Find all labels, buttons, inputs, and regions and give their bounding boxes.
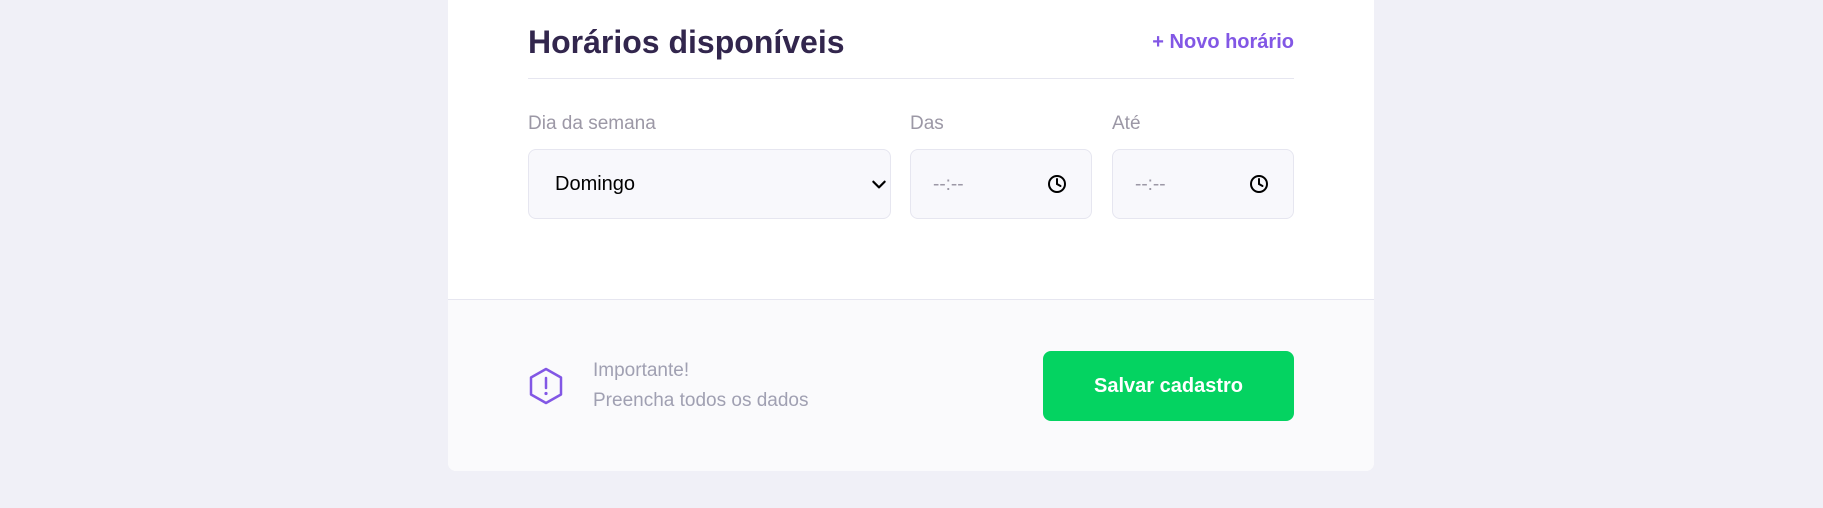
save-button[interactable]: Salvar cadastro [1043,351,1294,421]
to-time-input[interactable]: --:-- [1112,149,1294,219]
week-day-select[interactable]: Domingo [528,149,891,219]
from-time-value: --:-- [933,174,964,195]
to-time-value: --:-- [1135,174,1166,195]
section-title: Horários disponíveis [528,24,845,60]
form-card: Horários disponíveis + Novo horário Dia … [448,0,1374,471]
week-day-value: Domingo [555,173,636,195]
clock-icon[interactable] [1047,174,1067,194]
from-time-input[interactable]: --:-- [910,149,1092,219]
clock-icon[interactable] [1249,174,1269,194]
warning-icon [529,367,563,405]
from-label: Das [910,113,944,134]
chevron-down-icon [872,180,886,189]
warning-title: Importante! [593,360,690,381]
new-schedule-button[interactable]: + Novo horário [1152,31,1294,54]
warning-text: Preencha todos os dados [593,390,809,411]
week-day-label: Dia da semana [528,113,656,134]
section-header: Horários disponíveis + Novo horário [528,0,1294,79]
form-footer: Importante! Preencha todos os dados Salv… [448,299,1374,471]
to-label: Até [1112,113,1141,134]
